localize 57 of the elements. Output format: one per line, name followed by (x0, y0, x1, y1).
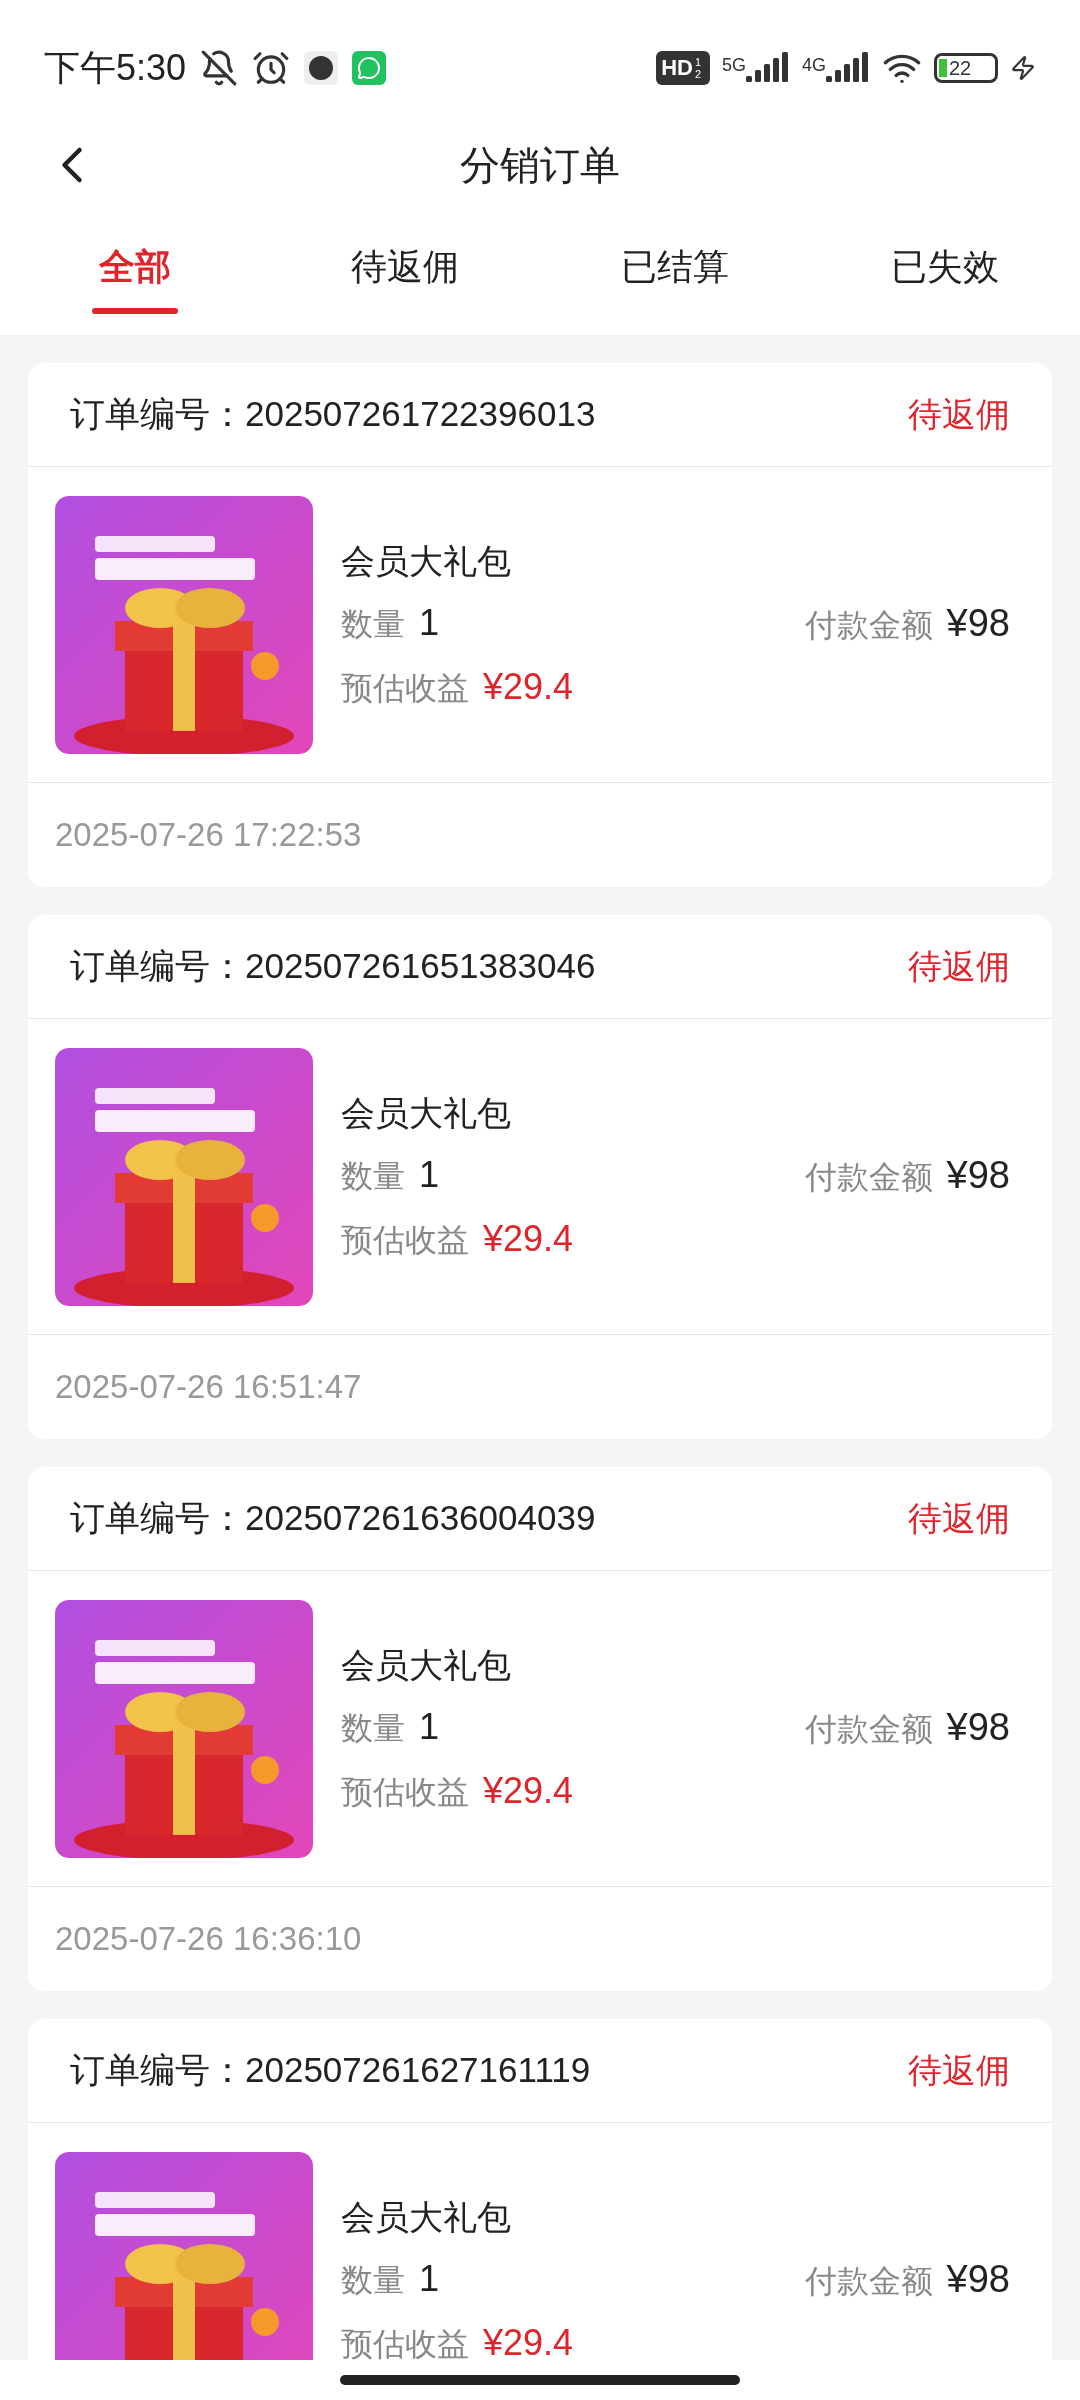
order-time: 2025-07-26 16:51:47 (55, 1367, 362, 1408)
product-name: 会员大礼包 (341, 2196, 512, 2238)
payment-label: 付款金额 (804, 605, 933, 645)
status-time: 下午5:30 (44, 45, 187, 90)
order-number: 订单编号：202507261651383046 (70, 945, 596, 988)
quantity-label: 数量 (341, 1709, 405, 1748)
order-time: 2025-07-26 17:22:53 (55, 815, 362, 856)
quantity-label: 数量 (341, 605, 405, 644)
quantity-value: 1 (419, 601, 440, 645)
income-label: 预估收益 (341, 1220, 469, 1260)
quantity-value: 1 (419, 1705, 440, 1749)
signal-icon (826, 51, 870, 84)
filter-tab[interactable]: 全部 (0, 205, 270, 335)
payment-amount: ¥98 (946, 1152, 1010, 1198)
income-label: 预估收益 (341, 668, 469, 708)
chat-app-icon (352, 50, 387, 85)
order-number: 订单编号：202507261627161119 (70, 2049, 591, 2092)
product-name: 会员大礼包 (341, 540, 512, 582)
order-card[interactable]: 订单编号：202507261627161119 待返佣 会员大礼包 数量 1 付款金额 ¥98 预估收益 ¥29.4 (28, 2019, 1052, 2360)
order-card[interactable]: 订单编号：202507261722396013 待返佣 会员大礼包 数量 1 付款金额 ¥98 预估收益 ¥29.4 2025-07-26 17:22:53 (28, 363, 1052, 887)
filter-tab[interactable]: 已失效 (810, 205, 1080, 335)
income-amount: ¥29.4 (483, 1216, 574, 1261)
page-title: 分销订单 (460, 142, 620, 189)
order-card[interactable]: 订单编号：202507261651383046 待返佣 会员大礼包 数量 1 付款金额 ¥98 预估收益 ¥29.4 2025-07-26 16:51:47 (28, 915, 1052, 1439)
quantity-label: 数量 (341, 1157, 405, 1196)
income-label: 预估收益 (341, 1772, 469, 1812)
income-amount: ¥29.4 (483, 2320, 574, 2360)
order-time: 2025-07-26 16:36:10 (55, 1919, 362, 1960)
payment-label: 付款金额 (804, 2261, 933, 2301)
signal-icon (746, 51, 790, 84)
order-status: 待返佣 (908, 1498, 1010, 1539)
income-amount: ¥29.4 (483, 1768, 574, 1813)
income-amount: ¥29.4 (483, 664, 574, 709)
payment-amount: ¥98 (946, 2256, 1010, 2302)
payment-label: 付款金额 (804, 1709, 933, 1749)
filter-tab[interactable]: 已结算 (540, 205, 810, 335)
order-status: 待返佣 (908, 2050, 1010, 2091)
quantity-value: 1 (419, 1153, 440, 1197)
quantity-label: 数量 (341, 2261, 405, 2300)
payment-amount: ¥98 (946, 1704, 1010, 1750)
product-name: 会员大礼包 (341, 1644, 512, 1686)
order-number: 订单编号：202507261636004039 (70, 1497, 596, 1540)
charging-icon (1010, 54, 1036, 81)
order-number: 订单编号：202507261722396013 (70, 393, 596, 436)
order-card[interactable]: 订单编号：202507261636004039 待返佣 会员大礼包 数量 1 付款金额 ¥98 预估收益 ¥29.4 2025-07-26 16:36:10 (28, 1467, 1052, 1991)
order-status: 待返佣 (908, 946, 1010, 987)
product-name: 会员大礼包 (341, 1092, 512, 1134)
network-label: 4G (802, 53, 826, 77)
order-status: 待返佣 (908, 394, 1010, 435)
payment-amount: ¥98 (946, 600, 1010, 646)
income-label: 预估收益 (341, 2324, 469, 2360)
payment-label: 付款金额 (804, 1157, 933, 1197)
muted-bell-icon (200, 48, 239, 87)
battery-icon: 22 (934, 52, 998, 83)
quantity-value: 1 (419, 2257, 440, 2301)
filter-tab[interactable]: 待返佣 (270, 205, 540, 335)
network-label: 5G (721, 53, 746, 77)
